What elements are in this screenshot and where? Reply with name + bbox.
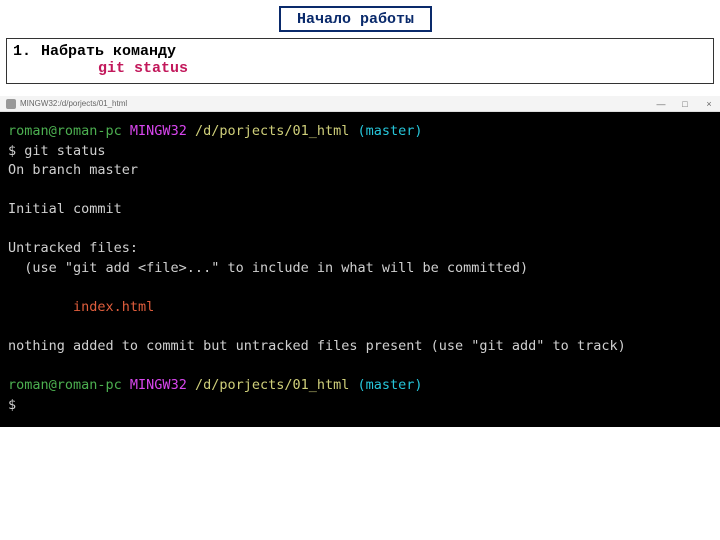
instruction-command: git status: [13, 60, 707, 77]
prompt-path: /d/porjects/01_html: [187, 377, 350, 393]
app-icon: [6, 99, 16, 109]
window-controls: — □ ×: [654, 96, 716, 112]
prompt-user: roman@roman-pc: [8, 123, 122, 139]
instruction-line: 1. Набрать команду: [13, 43, 707, 60]
term-line: $: [8, 397, 16, 413]
prompt-sys: MINGW32: [122, 377, 187, 393]
slide-title: Начало работы: [297, 11, 414, 28]
window-titlebar: MINGW32:/d/porjects/01_html — □ ×: [0, 96, 720, 112]
term-line: Initial commit: [8, 201, 122, 217]
maximize-button[interactable]: □: [678, 96, 692, 112]
minimize-button[interactable]: —: [654, 96, 668, 112]
window-title: MINGW32:/d/porjects/01_html: [20, 99, 127, 108]
slide-title-box: Начало работы: [279, 6, 432, 32]
close-button[interactable]: ×: [702, 96, 716, 112]
terminal-window: MINGW32:/d/porjects/01_html — □ × roman@…: [0, 96, 720, 427]
term-line: Untracked files:: [8, 240, 138, 256]
term-line: On branch master: [8, 162, 138, 178]
term-line: (use "git add <file>..." to include in w…: [8, 260, 528, 276]
term-untracked-file: index.html: [8, 299, 154, 315]
term-line: nothing added to commit but untracked fi…: [8, 338, 626, 354]
instruction-text: Набрать команду: [41, 43, 176, 60]
prompt-user: roman@roman-pc: [8, 377, 122, 393]
term-line: $ git status: [8, 143, 106, 159]
prompt-path: /d/porjects/01_html: [187, 123, 350, 139]
terminal-body: roman@roman-pc MINGW32 /d/porjects/01_ht…: [0, 112, 720, 427]
instruction-number: 1.: [13, 43, 31, 60]
prompt-branch: (master): [349, 377, 422, 393]
instruction-box: 1. Набрать команду git status: [6, 38, 714, 84]
prompt-branch: (master): [349, 123, 422, 139]
prompt-sys: MINGW32: [122, 123, 187, 139]
